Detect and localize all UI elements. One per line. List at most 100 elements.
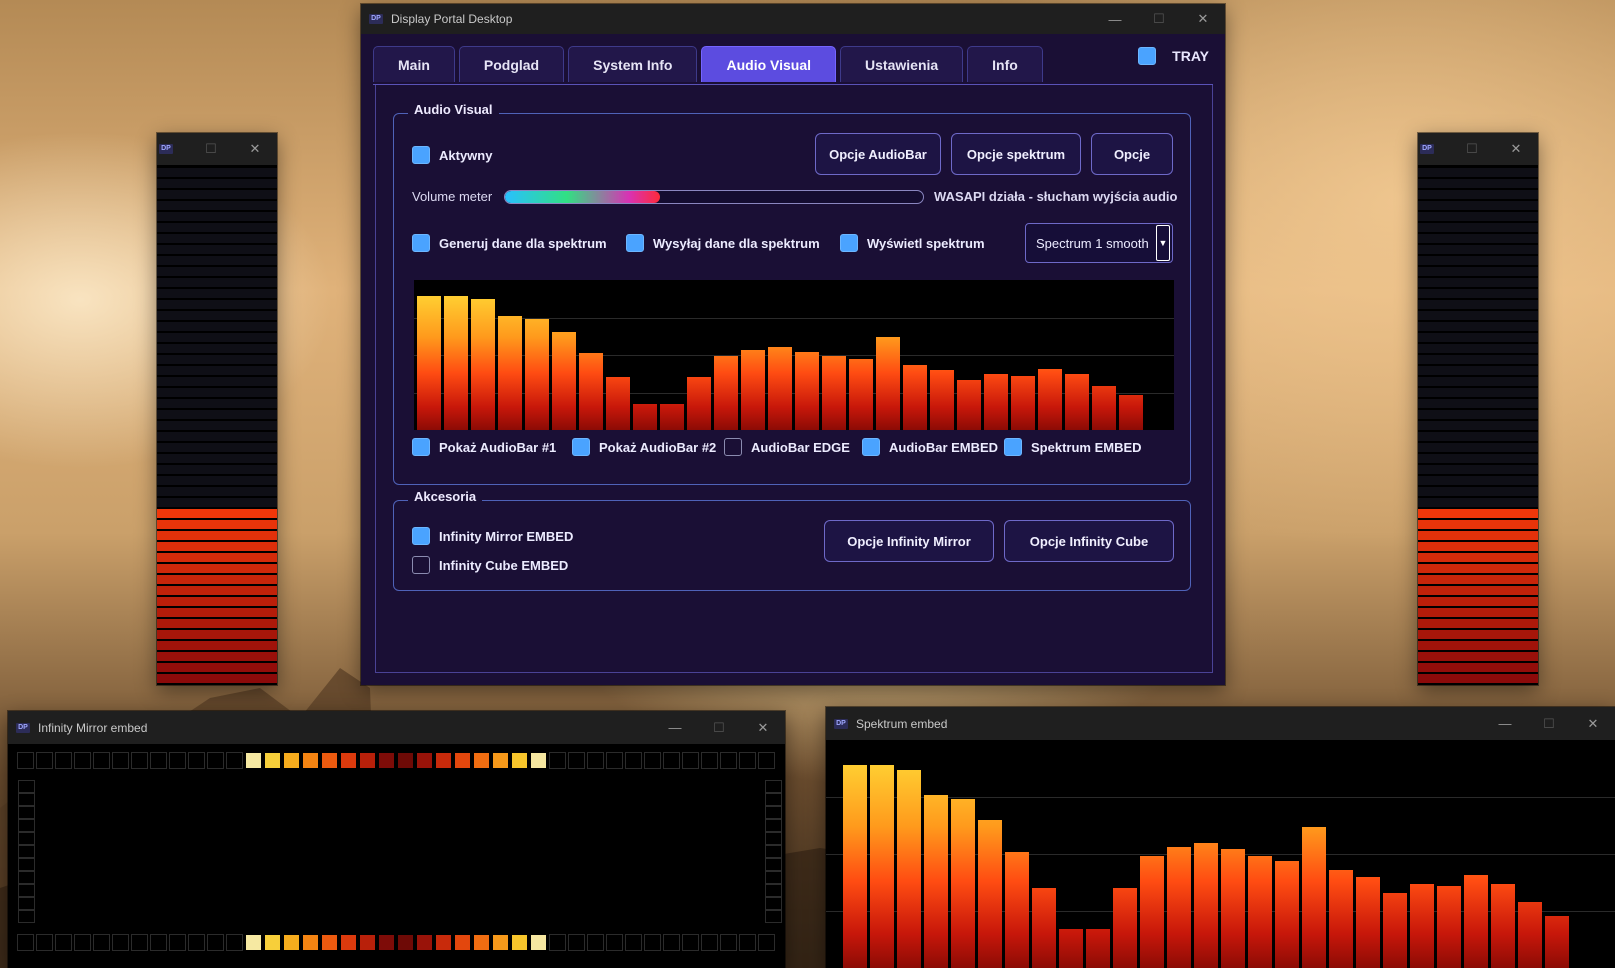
audiobar-right-titlebar[interactable]: DP ☐ ✕ bbox=[1418, 133, 1538, 165]
spectrum-bar bbox=[1113, 888, 1137, 968]
close-icon[interactable]: ✕ bbox=[1494, 134, 1538, 164]
close-icon[interactable]: ✕ bbox=[741, 713, 785, 743]
meter-segment bbox=[157, 355, 277, 364]
tab-podglad[interactable]: Podglad bbox=[458, 46, 565, 82]
tab-audio-visual[interactable]: Audio Visual bbox=[701, 46, 837, 82]
spectrum-bar bbox=[843, 765, 867, 968]
checkbox[interactable] bbox=[412, 234, 430, 252]
tab-system-info[interactable]: System Info bbox=[568, 46, 698, 82]
meter-segment bbox=[157, 608, 277, 617]
infinity-mirror-titlebar[interactable]: DP Infinity Mirror embed — ☐ ✕ bbox=[8, 711, 785, 744]
spectrum-options-button[interactable]: Opcje spektrum bbox=[951, 133, 1081, 175]
spectrum-bar bbox=[1059, 929, 1083, 968]
mirror-bottom-cell bbox=[701, 934, 718, 951]
audiobar-options-button[interactable]: Opcje AudioBar bbox=[815, 133, 941, 175]
checkbox[interactable] bbox=[412, 438, 430, 456]
active-checkbox[interactable] bbox=[412, 146, 430, 164]
meter-segment bbox=[1418, 190, 1538, 199]
minimize-icon[interactable]: — bbox=[1483, 709, 1527, 739]
spectrum-bar bbox=[978, 820, 1002, 968]
audiobar-option-4[interactable]: Spektrum EMBED bbox=[1004, 438, 1142, 456]
spectrum-embed-titlebar[interactable]: DP Spektrum embed — ☐ ✕ bbox=[826, 707, 1615, 740]
mirror-side-cell bbox=[18, 897, 35, 910]
accessory-option-1[interactable]: Infinity Cube EMBED bbox=[412, 556, 568, 574]
meter-segment bbox=[1418, 432, 1538, 441]
checkbox-label: Pokaż AudioBar #1 bbox=[439, 439, 557, 455]
mirror-side-cell bbox=[18, 871, 35, 884]
meter-segment bbox=[1418, 245, 1538, 254]
meter-segment bbox=[157, 597, 277, 606]
checkbox[interactable] bbox=[724, 438, 742, 456]
meter-segment bbox=[157, 476, 277, 485]
tab-ustawienia[interactable]: Ustawienia bbox=[840, 46, 964, 82]
spectrum-bar bbox=[1437, 886, 1461, 968]
mirror-bottom-cell bbox=[207, 934, 224, 951]
tab-info[interactable]: Info bbox=[967, 46, 1043, 82]
mirror-top-cell bbox=[340, 752, 357, 769]
accessory-option-0[interactable]: Infinity Mirror EMBED bbox=[412, 527, 573, 545]
chevron-down-icon[interactable]: ▼ bbox=[1156, 225, 1170, 261]
meter-segment bbox=[1418, 443, 1538, 452]
checkbox-label: Generuj dane dla spektrum bbox=[439, 235, 607, 251]
maximize-icon[interactable]: ☐ bbox=[1527, 709, 1571, 739]
active-checkbox-row[interactable]: Aktywny bbox=[412, 146, 492, 164]
checkbox[interactable] bbox=[862, 438, 880, 456]
meter-segment bbox=[157, 531, 277, 540]
infinity-mirror-options-button[interactable]: Opcje Infinity Mirror bbox=[824, 520, 994, 562]
maximize-icon[interactable]: ☐ bbox=[1137, 4, 1181, 34]
mirror-top-cell bbox=[283, 752, 300, 769]
tray-toggle[interactable]: TRAY bbox=[1138, 47, 1209, 65]
maximize-icon[interactable]: ☐ bbox=[697, 713, 741, 743]
mirror-bottom-cell bbox=[245, 934, 262, 951]
audiobar-left-titlebar[interactable]: DP ☐ ✕ bbox=[157, 133, 277, 165]
spectrum-bar bbox=[1119, 395, 1143, 430]
options-button[interactable]: Opcje bbox=[1091, 133, 1173, 175]
spectrum-option-1[interactable]: Wysyłaj dane dla spektrum bbox=[626, 234, 820, 252]
minimize-icon[interactable]: — bbox=[653, 713, 697, 743]
tray-checkbox[interactable] bbox=[1138, 47, 1157, 65]
infinity-cube-options-button[interactable]: Opcje Infinity Cube bbox=[1004, 520, 1174, 562]
checkbox[interactable] bbox=[412, 556, 430, 574]
mirror-top-cell bbox=[188, 752, 205, 769]
audiobar-option-2[interactable]: AudioBar EDGE bbox=[724, 438, 850, 456]
meter-segment bbox=[1418, 289, 1538, 298]
close-icon[interactable]: ✕ bbox=[1181, 4, 1225, 34]
meter-segment bbox=[157, 300, 277, 309]
spectrum-bar bbox=[1410, 884, 1434, 968]
mirror-side-cell bbox=[765, 832, 782, 845]
audiobar-option-0[interactable]: Pokaż AudioBar #1 bbox=[412, 438, 556, 456]
meter-segment bbox=[157, 487, 277, 496]
spectrum-bar bbox=[552, 332, 576, 430]
spectrum-option-0[interactable]: Generuj dane dla spektrum bbox=[412, 234, 607, 252]
meter-segment bbox=[1418, 586, 1538, 595]
checkbox-label: AudioBar EMBED bbox=[889, 439, 999, 455]
app-logo-icon: DP bbox=[159, 144, 173, 154]
maximize-icon[interactable]: ☐ bbox=[1450, 134, 1494, 164]
spectrum-bar bbox=[1038, 369, 1062, 430]
spectrum-option-2[interactable]: Wyświetl spektrum bbox=[840, 234, 985, 252]
spectrum-bar bbox=[1092, 386, 1116, 430]
checkbox[interactable] bbox=[1004, 438, 1022, 456]
meter-segment bbox=[157, 267, 277, 276]
spectrum-bar bbox=[795, 352, 819, 430]
spectrum-bar bbox=[1032, 888, 1056, 968]
main-titlebar[interactable]: DP Display Portal Desktop — ☐ ✕ bbox=[361, 4, 1225, 34]
checkbox[interactable] bbox=[572, 438, 590, 456]
checkbox[interactable] bbox=[626, 234, 644, 252]
checkbox[interactable] bbox=[412, 527, 430, 545]
spectrum-mode-select[interactable]: Spectrum 1 smooth ▼ bbox=[1025, 223, 1173, 263]
minimize-icon[interactable]: — bbox=[1093, 4, 1137, 34]
audiobar-option-3[interactable]: AudioBar EMBED bbox=[862, 438, 998, 456]
meter-segment bbox=[1418, 553, 1538, 562]
spectrum-bar bbox=[660, 404, 684, 430]
close-icon[interactable]: ✕ bbox=[1571, 709, 1615, 739]
checkbox[interactable] bbox=[840, 234, 858, 252]
mirror-bottom-cell bbox=[682, 934, 699, 951]
tab-main[interactable]: Main bbox=[373, 46, 455, 82]
infinity-mirror-window: DP Infinity Mirror embed — ☐ ✕ bbox=[8, 711, 785, 968]
close-icon[interactable]: ✕ bbox=[233, 134, 277, 164]
audiobar-option-1[interactable]: Pokaż AudioBar #2 bbox=[572, 438, 716, 456]
mirror-top-cell bbox=[416, 752, 433, 769]
maximize-icon[interactable]: ☐ bbox=[189, 134, 233, 164]
mirror-bottom-cell bbox=[112, 934, 129, 951]
